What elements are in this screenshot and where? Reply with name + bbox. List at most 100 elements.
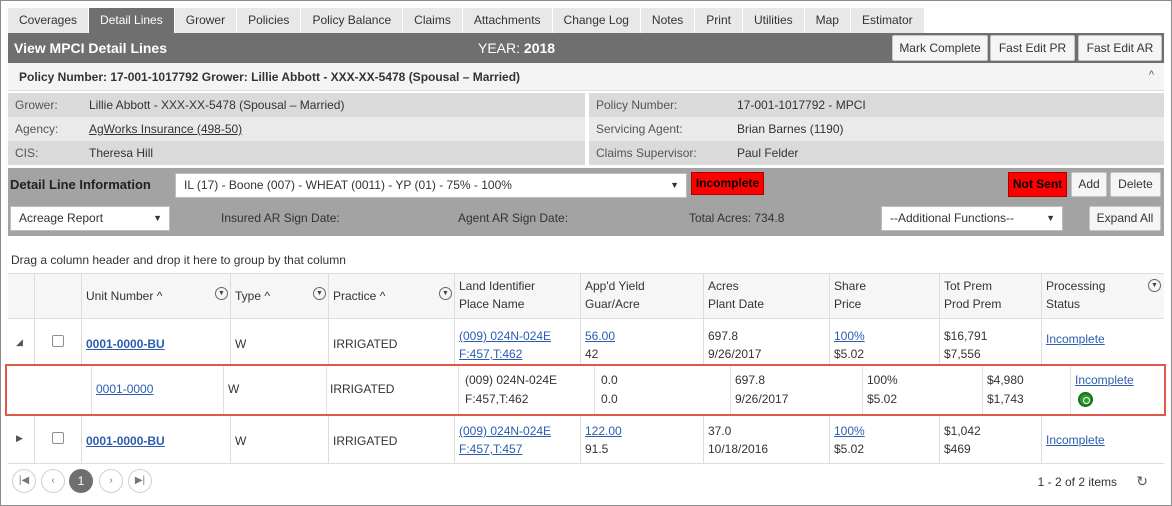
share-link[interactable]: 100% — [834, 329, 865, 343]
report-type-value: Acreage Report — [19, 211, 104, 225]
yield-link[interactable]: 122.00 — [585, 424, 622, 438]
last-page-icon[interactable]: ▶| — [128, 469, 152, 493]
grid-header: Unit Number ^ ▼ Type ^ ▼ Practice ^ ▼ La… — [8, 274, 1164, 319]
report-type-select[interactable]: Acreage Report ▼ — [10, 206, 170, 231]
sub-type-value: W — [228, 382, 240, 396]
page-header: View MPCI Detail Lines YEAR: 2018 Mark C… — [8, 33, 1164, 63]
add-button[interactable]: Add — [1071, 172, 1107, 197]
place-name-link[interactable]: F:457,T:462 — [459, 347, 522, 361]
sub-guar-value: 0.0 — [601, 392, 618, 406]
column-header-yield[interactable]: App'd Yield Guar/Acre — [580, 274, 703, 319]
practice-cell: IRRIGATED — [328, 319, 454, 369]
tab-print[interactable]: Print — [695, 8, 743, 33]
row-select-cell — [34, 319, 81, 369]
collapse-triangle-icon[interactable]: ◢ — [16, 337, 23, 348]
chevron-down-icon: ▼ — [670, 180, 679, 190]
filter-icon[interactable]: ▼ — [215, 287, 228, 300]
tab-detail-lines[interactable]: Detail Lines — [89, 8, 175, 33]
processing-status-link[interactable]: Incomplete — [1046, 332, 1105, 346]
column-header-acres[interactable]: Acres Plant Date — [703, 274, 829, 319]
sub-practice-cell: IRRIGATED — [326, 366, 458, 414]
yield-link[interactable]: 56.00 — [585, 329, 615, 343]
filter-icon[interactable]: ▼ — [1148, 279, 1161, 292]
info-policy: Policy Number: 17-001-1017792 - MPCI — [589, 93, 1164, 117]
tab-notes[interactable]: Notes — [640, 8, 696, 33]
sub-status-link[interactable]: Incomplete — [1075, 373, 1134, 387]
tab-policies[interactable]: Policies — [237, 8, 302, 33]
cis-label: CIS: — [15, 146, 39, 160]
column-header-land[interactable]: Land Identifier Place Name — [454, 274, 580, 319]
status-ok-icon[interactable] — [1078, 392, 1093, 407]
processing-status-link[interactable]: Incomplete — [1046, 433, 1105, 447]
page-number-button[interactable]: 1 — [69, 469, 93, 493]
pager: |◀ ‹ 1 › ▶| 1 - 2 of 2 items ↻ — [8, 464, 1164, 500]
tab-map[interactable]: Map — [804, 8, 851, 33]
policy-bar-title: Policy Number: 17-001-1017792 Grower: Li… — [19, 70, 521, 84]
prem-header-line2: Prod Prem — [944, 297, 1002, 311]
share-link[interactable]: 100% — [834, 424, 865, 438]
page-title: View MPCI Detail Lines — [14, 40, 168, 56]
row-checkbox[interactable] — [52, 335, 64, 347]
agency-label: Agency: — [15, 122, 59, 136]
tab-change-log[interactable]: Change Log — [552, 8, 641, 33]
row-expander[interactable]: ◢ — [8, 319, 34, 369]
detail-line-select[interactable]: IL (17) - Boone (007) - WHEAT (0011) - Y… — [175, 173, 687, 198]
column-header-practice[interactable]: Practice ^ ▼ — [328, 274, 454, 319]
guar-acre-value: 42 — [585, 347, 599, 361]
tab-attachments[interactable]: Attachments — [462, 8, 553, 33]
group-drop-zone[interactable]: Drag a column header and drop it here to… — [8, 246, 1164, 274]
select-column-header — [34, 274, 81, 319]
tab-grower[interactable]: Grower — [174, 8, 238, 33]
expand-triangle-icon[interactable]: ▶ — [16, 433, 23, 444]
sub-unit-link[interactable]: 0001-0000 — [96, 382, 153, 396]
place-name-link[interactable]: F:457,T:457 — [459, 442, 522, 456]
mark-complete-button[interactable]: Mark Complete — [892, 35, 988, 61]
tab-coverages[interactable]: Coverages — [8, 8, 90, 33]
claims-value: Paul Felder — [737, 146, 799, 160]
detail-line-panel: Detail Line Information IL (17) - Boone … — [8, 168, 1164, 236]
expand-all-button[interactable]: Expand All — [1089, 206, 1161, 231]
tab-claims[interactable]: Claims — [403, 8, 463, 33]
fast-edit-ar-button[interactable]: Fast Edit AR — [1078, 35, 1162, 61]
unit-link[interactable]: 0001-0000-BU — [86, 434, 165, 448]
acres-cell: 697.8 9/26/2017 — [703, 319, 829, 369]
sort-asc-icon: ^ — [379, 289, 386, 303]
prev-page-icon[interactable]: ‹ — [41, 469, 65, 493]
collapse-caret-icon[interactable]: ^ — [1149, 69, 1154, 81]
tab-estimator[interactable]: Estimator — [850, 8, 925, 33]
land-id-link[interactable]: (009) 024N-024E — [459, 424, 551, 438]
plant-date-value: 9/26/2017 — [708, 347, 762, 361]
column-header-processing[interactable]: Processing Status ▼ — [1041, 274, 1164, 319]
tab-policy-balance[interactable]: Policy Balance — [301, 8, 404, 33]
filter-icon[interactable]: ▼ — [439, 287, 452, 300]
row-checkbox[interactable] — [52, 432, 64, 444]
servicing-label: Servicing Agent: — [596, 122, 683, 136]
insured-sign-date-label: Insured AR Sign Date: — [221, 211, 340, 225]
acres-value: 697.8 — [708, 329, 739, 343]
land-cell: (009) 024N-024E F:457,T:457 — [454, 416, 580, 464]
column-header-type[interactable]: Type ^ ▼ — [230, 274, 328, 319]
next-page-icon[interactable]: › — [99, 469, 123, 493]
unit-link[interactable]: 0001-0000-BU — [86, 337, 165, 351]
agency-link[interactable]: AgWorks Insurance (498-50) — [89, 122, 242, 136]
tab-utilities[interactable]: Utilities — [742, 8, 805, 33]
filter-icon[interactable]: ▼ — [313, 287, 326, 300]
first-page-icon[interactable]: |◀ — [12, 469, 36, 493]
column-header-unit[interactable]: Unit Number ^ ▼ — [81, 274, 230, 319]
policy-bar[interactable]: Policy Number: 17-001-1017792 Grower: Li… — [8, 63, 1164, 91]
status-badge: Incomplete — [691, 172, 764, 195]
fast-edit-pr-button[interactable]: Fast Edit PR — [990, 35, 1075, 61]
info-cis: CIS: Theresa Hill — [8, 141, 585, 165]
delete-button[interactable]: Delete — [1110, 172, 1161, 197]
column-header-premium[interactable]: Tot Prem Prod Prem — [939, 274, 1041, 319]
land-id-link[interactable]: (009) 024N-024E — [459, 329, 551, 343]
column-header-share[interactable]: Share Price — [829, 274, 939, 319]
practice-value: IRRIGATED — [333, 434, 398, 448]
year-value: 2018 — [523, 40, 556, 56]
unit-cell: 0001-0000-BU — [81, 319, 230, 369]
servicing-value: Brian Barnes (1190) — [737, 122, 844, 136]
refresh-icon[interactable]: ↻ — [1136, 473, 1148, 490]
additional-functions-select[interactable]: --Additional Functions-- ▼ — [881, 206, 1063, 231]
cis-value: Theresa Hill — [89, 146, 154, 160]
row-expander[interactable]: ▶ — [8, 416, 34, 464]
